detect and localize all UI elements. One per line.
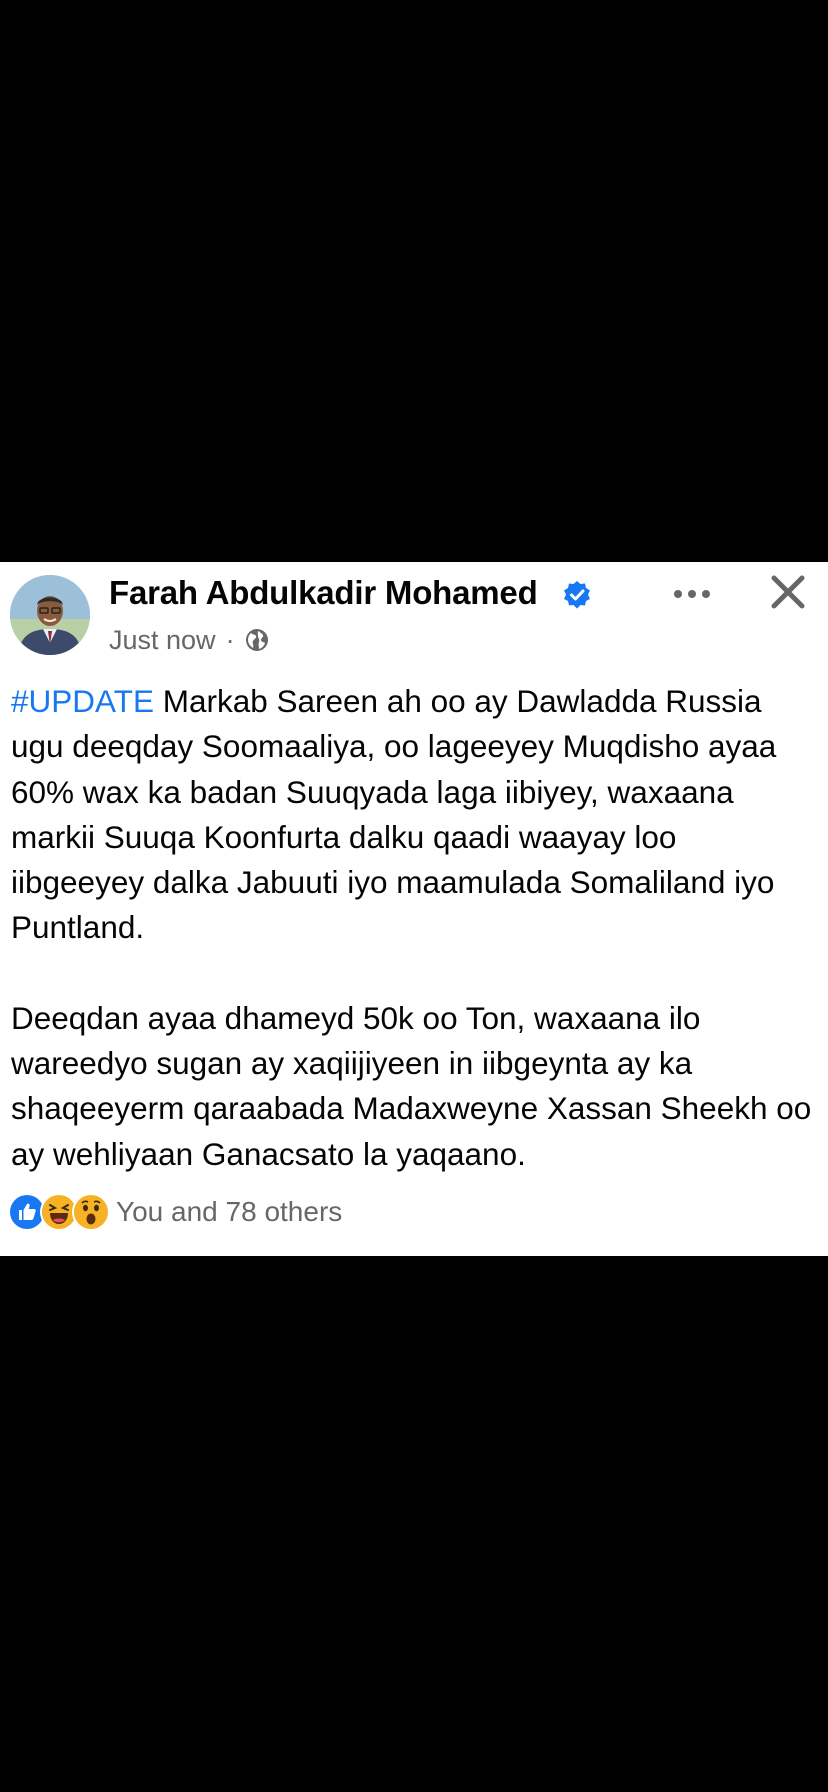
author-name[interactable]: Farah Abdulkadir Mohamed xyxy=(109,574,538,612)
post-body: #UPDATE Markab Sareen ah oo ay Dawladda … xyxy=(11,679,817,1177)
author-avatar[interactable] xyxy=(10,575,90,655)
close-button[interactable] xyxy=(768,572,808,612)
wow-reaction-icon xyxy=(74,1195,108,1229)
post-meta: Just now · xyxy=(109,622,270,658)
verified-badge-icon xyxy=(562,580,592,610)
post-paragraph-2: Deeqdan ayaa dhameyd 50k oo Ton, waxaana… xyxy=(11,999,812,1172)
post-paragraph-1: #UPDATE Markab Sareen ah oo ay Dawladda … xyxy=(11,679,817,951)
more-horizontal-icon xyxy=(674,590,710,598)
hashtag-link[interactable]: #UPDATE xyxy=(11,683,154,719)
avatar-image xyxy=(10,575,90,655)
haha-reaction-icon xyxy=(42,1195,76,1229)
like-reaction-icon xyxy=(10,1195,44,1229)
close-icon xyxy=(771,575,805,609)
more-options-button[interactable] xyxy=(668,580,716,608)
reaction-count[interactable]: You and 78 others xyxy=(116,1196,342,1228)
meta-separator: · xyxy=(225,624,235,655)
paragraph-1-text: Markab Sareen ah oo ay Dawladda Russia u… xyxy=(11,683,777,946)
globe-icon[interactable] xyxy=(244,627,270,653)
post-timestamp[interactable]: Just now xyxy=(109,625,216,656)
post-card: Farah Abdulkadir Mohamed Just now · #UPD… xyxy=(0,562,828,1256)
reactions-summary[interactable]: You and 78 others xyxy=(10,1192,342,1232)
